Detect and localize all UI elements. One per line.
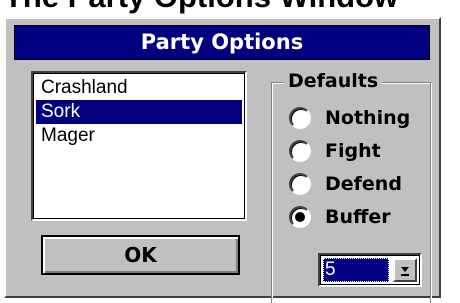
party-list-item-mager[interactable]: Mager: [36, 124, 242, 148]
radio-label-defend: Defend: [325, 173, 402, 195]
radio-label-fight: Fight: [325, 140, 381, 162]
radio-button-selected[interactable]: [289, 206, 311, 228]
party-options-dialog: Party Options Crashland Sork Mager OK De…: [4, 17, 441, 303]
dropdown-arrow-button[interactable]: [393, 258, 417, 282]
ok-button[interactable]: OK: [41, 235, 240, 275]
radio-option-fight[interactable]: Fight: [289, 138, 429, 164]
dialog-title: Party Options: [14, 25, 430, 60]
party-list-item-crashland[interactable]: Crashland: [36, 76, 242, 100]
radio-label-buffer: Buffer: [325, 206, 391, 228]
radio-option-defend[interactable]: Defend: [289, 171, 429, 197]
dropdown-arrow-icon: [401, 267, 409, 276]
page-heading: The Party Options Window: [4, 0, 398, 14]
party-list[interactable]: Crashland Sork Mager: [31, 71, 247, 221]
radio-button[interactable]: [289, 107, 311, 129]
radio-option-buffer[interactable]: Buffer: [289, 204, 429, 230]
buffer-combo-box[interactable]: 5: [318, 253, 422, 287]
radio-option-nothing[interactable]: Nothing: [289, 105, 429, 131]
buffer-combo-value[interactable]: 5: [323, 258, 389, 282]
radio-button[interactable]: [289, 140, 311, 162]
defaults-group-label: Defaults: [284, 69, 383, 93]
party-list-item-sork[interactable]: Sork: [36, 100, 242, 124]
radio-button[interactable]: [289, 173, 311, 195]
radio-selected-dot: [295, 212, 305, 222]
radio-label-nothing: Nothing: [325, 107, 411, 129]
